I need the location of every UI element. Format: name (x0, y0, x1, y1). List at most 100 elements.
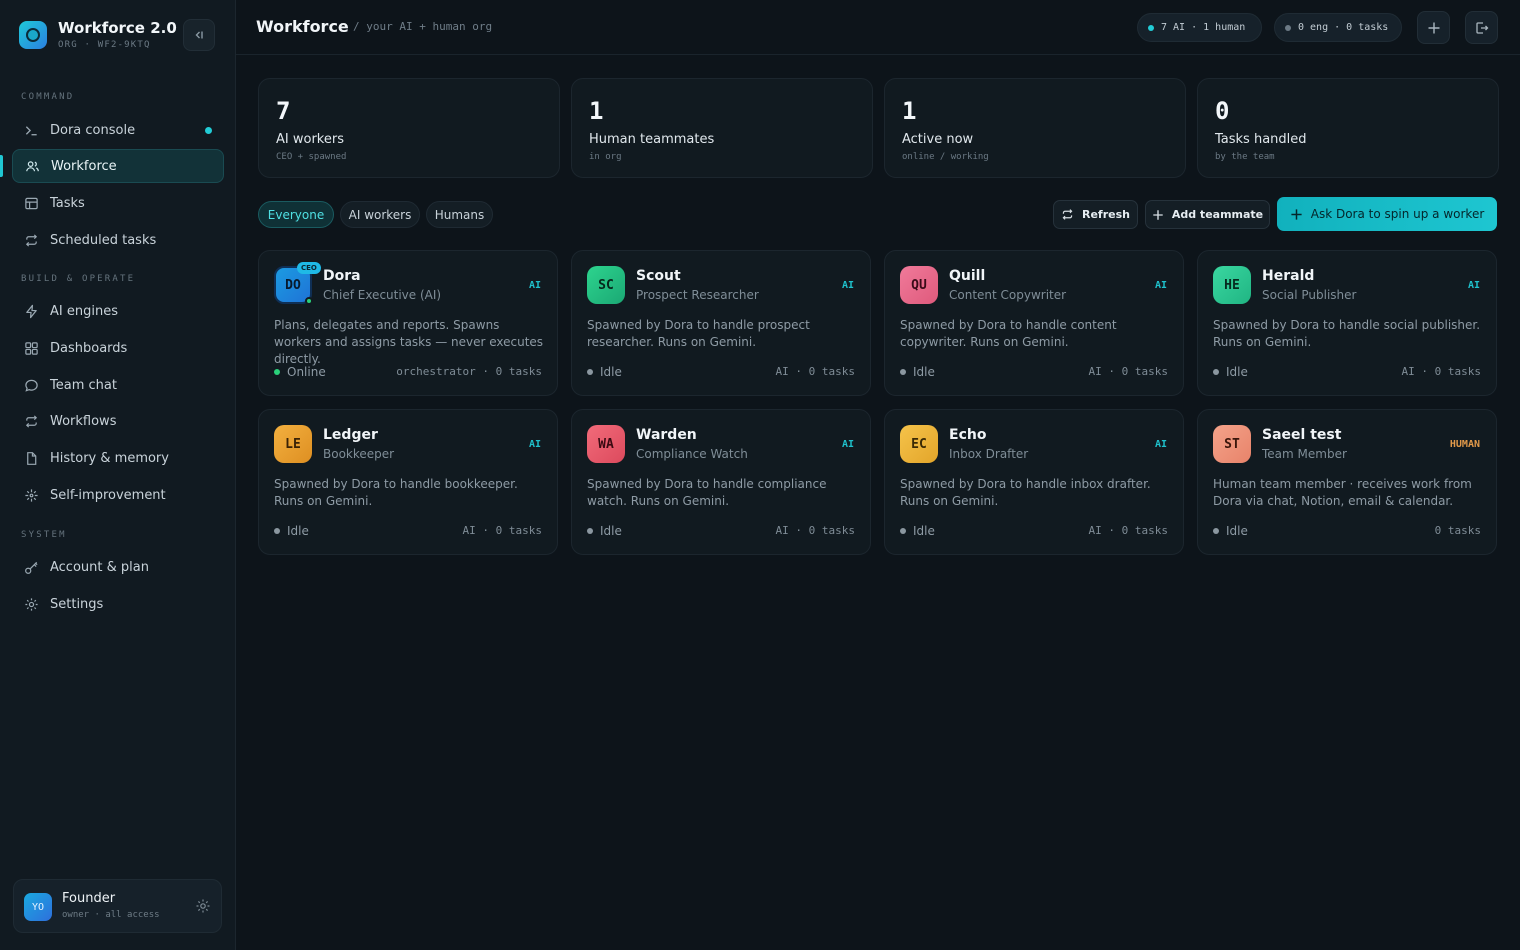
worker-role: Team Member (1262, 447, 1347, 461)
status-label: Idle (1226, 365, 1248, 379)
sidebar-item-label: Tasks (50, 195, 85, 211)
sparkle-icon (23, 487, 39, 503)
worker-description: Spawned by Dora to handle inbox drafter.… (900, 477, 1151, 508)
page-title: Workforce (256, 17, 349, 36)
worker-role: Social Publisher (1262, 288, 1357, 302)
avatar: SC (587, 266, 625, 304)
avatar: HE (1213, 266, 1251, 304)
worker-role: Prospect Researcher (636, 288, 759, 302)
sign-out-icon (1475, 21, 1488, 34)
terminal-icon (23, 122, 39, 138)
user-card[interactable]: YO Founder owner · all access (13, 879, 222, 933)
worker-card-scout[interactable]: SC Scout Prospect Researcher AI Spawned … (571, 250, 871, 396)
sidebar-item-scheduled-tasks[interactable]: Scheduled tasks (12, 223, 224, 257)
filter-everyone[interactable]: Everyone (258, 201, 334, 228)
ask-dora-spin-up-worker-button[interactable]: Ask Dora to spin up a worker (1277, 197, 1497, 231)
user-role: owner · all access (62, 910, 160, 920)
worker-role: Bookkeeper (323, 447, 395, 461)
worker-description: Human team member · receives work from D… (1213, 477, 1472, 508)
worker-type-badge: HUMAN (1449, 439, 1480, 450)
worker-type-badge: AI (528, 439, 541, 450)
sidebar-item-history-memory[interactable]: History & memory (12, 441, 224, 475)
worker-status: Idle (1213, 365, 1248, 379)
status-label: Idle (1226, 524, 1248, 538)
stat-label: Tasks handled (1215, 132, 1307, 147)
stat-label: AI workers (276, 132, 344, 147)
repeat-icon (23, 413, 39, 429)
section-system: SYSTEM (21, 530, 67, 540)
collapse-sidebar-button[interactable] (183, 19, 215, 51)
add-button[interactable] (1417, 11, 1450, 44)
avatar: WA (587, 425, 625, 463)
org-id: ORG · WF2-9KTQ (58, 40, 151, 50)
worker-name: Scout (636, 268, 681, 284)
worker-meta: AI · 0 tasks (1401, 365, 1481, 378)
bolt-icon (23, 303, 39, 319)
worker-card-ledger[interactable]: LE Ledger Bookkeeper AI Spawned by Dora … (258, 409, 558, 555)
worker-description: Spawned by Dora to handle social publish… (1213, 318, 1481, 349)
sidebar-item-self-improvement[interactable]: Self-improvement (12, 478, 224, 512)
sign-out-button[interactable] (1465, 11, 1498, 44)
worker-card-saeel-test[interactable]: ST Saeel test Team Member HUMAN Human te… (1197, 409, 1497, 555)
filter-ai-workers[interactable]: AI workers (340, 201, 420, 228)
add-teammate-label: Add teammate (1171, 208, 1264, 221)
add-teammate-button[interactable]: Add teammate (1145, 200, 1270, 229)
worker-status: Idle (1213, 524, 1248, 538)
worker-type-badge: AI (1467, 280, 1480, 291)
worker-card-herald[interactable]: HE Herald Social Publisher AI Spawned by… (1197, 250, 1497, 396)
tasks-status-pill: 0 eng · 0 tasks (1274, 13, 1402, 42)
sidebar-item-label: Self-improvement (50, 487, 166, 503)
user-settings-button[interactable] (195, 898, 212, 915)
worker-card-warden[interactable]: WA Warden Compliance Watch AI Spawned by… (571, 409, 871, 555)
sidebar-item-team-chat[interactable]: Team chat (12, 368, 224, 402)
worker-meta: AI · 0 tasks (1088, 524, 1168, 537)
stat-label: Active now (902, 132, 974, 147)
sidebar-item-dashboards[interactable]: Dashboards (12, 331, 224, 365)
worker-name: Quill (949, 268, 986, 284)
sidebar-item-settings[interactable]: Settings (12, 587, 224, 621)
worker-card-dora[interactable]: DO CEO Dora Chief Executive (AI) AI Plan… (258, 250, 558, 396)
sidebar-item-label: AI engines (50, 303, 118, 319)
gear-icon (23, 596, 39, 612)
status-dot (1213, 369, 1219, 375)
refresh-button[interactable]: Refresh (1053, 200, 1138, 229)
sidebar-item-label: Settings (50, 596, 104, 612)
avatar: ST (1213, 425, 1251, 463)
section-build-operate: BUILD & OPERATE (21, 274, 136, 284)
sidebar-item-workflows[interactable]: Workflows (12, 404, 224, 438)
sidebar-item-tasks[interactable]: Tasks (12, 186, 224, 220)
worker-card-echo[interactable]: EC Echo Inbox Drafter AI Spawned by Dora… (884, 409, 1184, 555)
stat-card-tasks-handled: 0 Tasks handled by the team (1197, 78, 1499, 178)
status-dot (274, 369, 280, 375)
avatar: YO (24, 893, 52, 921)
workforce-status-pill: 7 AI · 1 human (1137, 13, 1262, 42)
worker-description: Plans, delegates and reports. Spawns wor… (274, 318, 544, 366)
stat-sub: by the team (1215, 152, 1275, 162)
status-label: Idle (600, 524, 622, 538)
worker-type-badge: AI (1154, 280, 1167, 291)
worker-description: Spawned by Dora to handle compliance wat… (587, 477, 827, 508)
worker-type-badge: AI (841, 280, 854, 291)
refresh-icon (1061, 208, 1074, 221)
status-label: Idle (600, 365, 622, 379)
stat-value: 1 (589, 97, 604, 125)
ceo-badge: CEO (297, 262, 321, 274)
stat-sub: CEO + spawned (276, 152, 347, 162)
gear-icon (196, 899, 210, 913)
worker-meta: AI · 0 tasks (775, 524, 855, 537)
filter-humans[interactable]: Humans (426, 201, 493, 228)
worker-role: Inbox Drafter (949, 447, 1029, 461)
sidebar-item-ai-engines[interactable]: AI engines (12, 294, 224, 328)
worker-meta: AI · 0 tasks (775, 365, 855, 378)
stat-sub: in org (589, 152, 622, 162)
worker-card-quill[interactable]: QU Quill Content Copywriter AI Spawned b… (884, 250, 1184, 396)
ask-dora-label: Ask Dora to spin up a worker (1310, 207, 1485, 221)
online-indicator (305, 297, 313, 305)
sidebar-item-account-plan[interactable]: Account & plan (12, 550, 224, 584)
worker-type-badge: AI (1154, 439, 1167, 450)
sidebar-item-dora-console[interactable]: Dora console (12, 113, 224, 147)
plus-icon (1428, 22, 1439, 33)
sidebar-item-workforce[interactable]: Workforce (12, 149, 224, 183)
status-label: Idle (913, 365, 935, 379)
worker-status: Idle (274, 524, 309, 538)
